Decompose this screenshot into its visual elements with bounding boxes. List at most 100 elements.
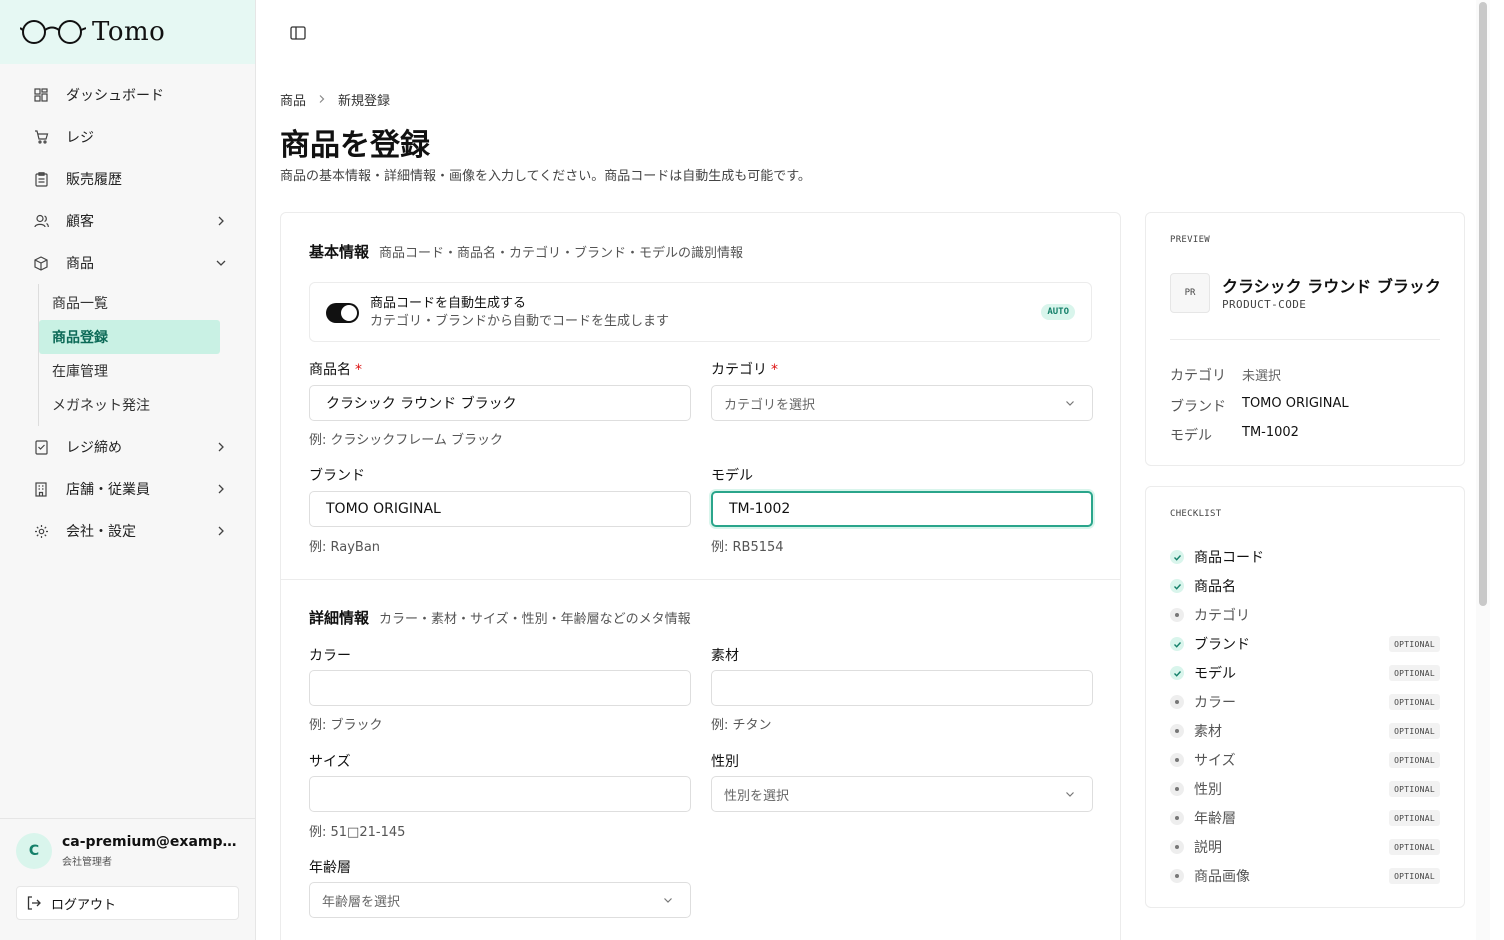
- auto-code-toggle[interactable]: [326, 303, 359, 323]
- category-select[interactable]: カテゴリを選択: [711, 385, 1093, 421]
- checklist-item: モデル OPTIONAL: [1170, 663, 1440, 683]
- glasses-logo-icon: [20, 20, 86, 44]
- user-info[interactable]: C ca-premium@example.com 会社管理者: [16, 833, 239, 869]
- material-label: 素材: [711, 648, 739, 664]
- auto-badge: AUTO: [1041, 304, 1075, 320]
- checklist-heading: CHECKLIST: [1170, 509, 1222, 519]
- checklist-item: 説明 OPTIONAL: [1170, 837, 1440, 857]
- gender-select[interactable]: 性別を選択: [711, 776, 1093, 812]
- chevron-right-icon: [215, 215, 227, 227]
- check-icon: [1170, 550, 1184, 564]
- checklist-item: 商品画像 OPTIONAL: [1170, 866, 1440, 886]
- sidebar-item-products[interactable]: 商品: [0, 242, 255, 284]
- material-hint: 例: チタン: [711, 718, 772, 733]
- preview-product-name: クラシック ラウンド ブラック: [1222, 277, 1441, 296]
- sidebar-item-label: レジ締め: [66, 440, 122, 456]
- users-icon: [33, 213, 49, 229]
- chevron-right-icon: [215, 441, 227, 453]
- checklist-item-label: 商品名: [1194, 579, 1236, 595]
- age-select[interactable]: 年齢層を選択: [309, 882, 691, 918]
- cart-icon: [33, 129, 49, 145]
- model-input[interactable]: TM-1002: [711, 491, 1093, 527]
- chevron-right-icon: [215, 525, 227, 537]
- preview-value: 未選択: [1242, 369, 1282, 384]
- sidebar-item-sales-history[interactable]: 販売履歴: [0, 158, 255, 200]
- preview-product-code: PRODUCT-CODE: [1222, 298, 1307, 311]
- toggle-knob: [341, 305, 357, 321]
- color-input[interactable]: [309, 670, 691, 706]
- sidebar-item-dashboard[interactable]: ダッシュボード: [0, 74, 255, 116]
- page-scrollbar[interactable]: [1476, 0, 1490, 940]
- logo[interactable]: Tomo: [0, 0, 255, 64]
- chevron-right-icon: [317, 93, 327, 107]
- checklist-item-label: 性別: [1194, 782, 1222, 798]
- sidebar-item-label: 会社・設定: [66, 524, 136, 540]
- sidebar-item-register[interactable]: レジ: [0, 116, 255, 158]
- material-input[interactable]: [711, 670, 1093, 706]
- model-label: モデル: [711, 468, 753, 484]
- user-role: 会社管理者: [62, 857, 112, 868]
- chevron-down-icon: [1064, 397, 1076, 409]
- brand-input[interactable]: TOMO ORIGINAL: [309, 491, 691, 527]
- subnav-item-meganet-order[interactable]: メガネット発注: [39, 388, 220, 422]
- check-icon: [1170, 637, 1184, 651]
- checklist-item-label: 商品画像: [1194, 869, 1250, 885]
- preview-row-brand: ブランド TOMO ORIGINAL: [1170, 396, 1349, 416]
- preview-key: モデル: [1170, 428, 1212, 444]
- section-divider: [281, 579, 1120, 580]
- product-name-hint: 例: クラシックフレーム ブラック: [309, 433, 503, 448]
- product-thumbnail: PR: [1170, 273, 1210, 313]
- avatar: C: [16, 833, 52, 869]
- product-name-input[interactable]: クラシック ラウンド ブラック: [309, 385, 691, 421]
- required-mark: *: [355, 362, 362, 378]
- preview-row-model: モデル TM-1002: [1170, 425, 1299, 445]
- breadcrumb-item-products[interactable]: 商品: [280, 90, 306, 109]
- optional-badge: OPTIONAL: [1389, 810, 1440, 826]
- main-content: 商品 新規登録 商品を登録 商品の基本情報・詳細情報・画像を入力してください。商…: [256, 0, 1490, 940]
- chevron-right-icon: [215, 483, 227, 495]
- subnav-item-inventory[interactable]: 在庫管理: [39, 354, 220, 388]
- sidebar-toggle-icon[interactable]: [289, 24, 307, 42]
- optional-badge: OPTIONAL: [1389, 665, 1440, 681]
- checklist-item: ブランド OPTIONAL: [1170, 634, 1440, 654]
- brand-hint: 例: RayBan: [309, 540, 381, 555]
- sidebar-item-customers[interactable]: 顧客: [0, 200, 255, 242]
- optional-badge: OPTIONAL: [1389, 868, 1440, 884]
- subnav-item-product-list[interactable]: 商品一覧: [39, 286, 220, 320]
- pending-dot-icon: [1170, 869, 1184, 883]
- checklist-item: 商品名: [1170, 576, 1440, 596]
- auto-code-panel: 商品コードを自動生成する カテゴリ・ブランドから自動でコードを生成します AUT…: [309, 282, 1092, 342]
- sidebar-item-label: 商品: [66, 256, 94, 272]
- products-subnav: 商品一覧 商品登録 在庫管理 メガネット発注: [38, 284, 220, 426]
- logout-button[interactable]: ログアウト: [16, 886, 239, 920]
- sidebar-item-register-close[interactable]: レジ締め: [0, 426, 255, 468]
- pending-dot-icon: [1170, 840, 1184, 854]
- subnav-item-product-register[interactable]: 商品登録: [39, 320, 220, 354]
- label-text: 商品名: [309, 362, 351, 378]
- color-hint: 例: ブラック: [309, 718, 383, 733]
- optional-badge: OPTIONAL: [1389, 723, 1440, 739]
- sidebar-item-stores-staff[interactable]: 店舗・従業員: [0, 468, 255, 510]
- sidebar-item-company-settings[interactable]: 会社・設定: [0, 510, 255, 552]
- pending-dot-icon: [1170, 608, 1184, 622]
- breadcrumb: 商品 新規登録: [280, 90, 390, 109]
- checklist-item-label: カラー: [1194, 695, 1236, 711]
- auto-code-title: 商品コードを自動生成する: [370, 296, 527, 311]
- preview-divider: [1170, 339, 1440, 340]
- detail-info-header: 詳細情報 カラー・素材・サイズ・性別・年齢層などのメタ情報: [309, 607, 691, 628]
- preview-key: カテゴリ: [1170, 368, 1226, 384]
- category-label: カテゴリ *: [711, 359, 778, 379]
- sidebar-item-label: 店舗・従業員: [66, 482, 150, 498]
- checklist-item: 性別 OPTIONAL: [1170, 779, 1440, 799]
- select-placeholder: 性別を選択: [724, 788, 790, 804]
- pending-dot-icon: [1170, 811, 1184, 825]
- breadcrumb-item-current: 新規登録: [338, 94, 391, 109]
- sidebar-item-label: 顧客: [66, 214, 94, 230]
- age-label: 年齢層: [309, 860, 351, 876]
- scrollbar-thumb[interactable]: [1479, 2, 1487, 606]
- page-description: 商品の基本情報・詳細情報・画像を入力してください。商品コードは自動生成も可能です…: [280, 169, 811, 184]
- size-input[interactable]: [309, 776, 691, 812]
- checklist-icon: [33, 439, 49, 455]
- checklist-item: カラー OPTIONAL: [1170, 692, 1440, 712]
- optional-badge: OPTIONAL: [1389, 781, 1440, 797]
